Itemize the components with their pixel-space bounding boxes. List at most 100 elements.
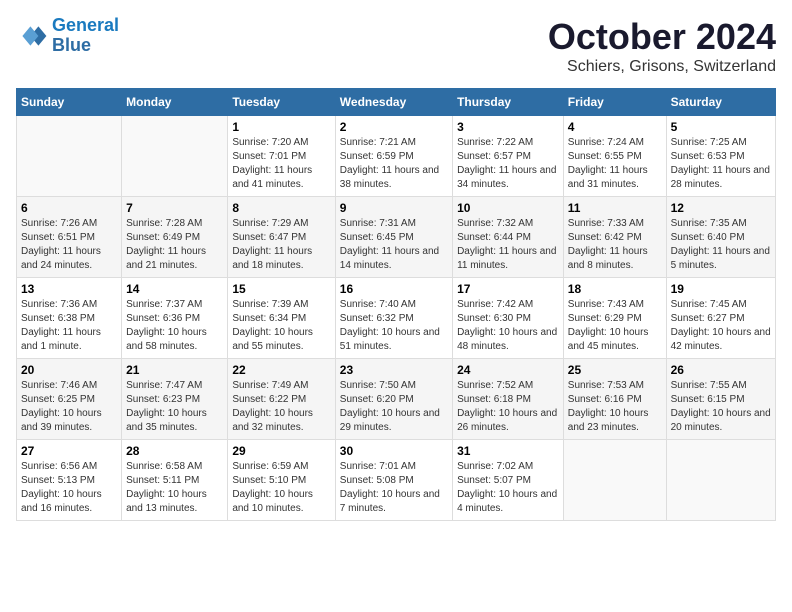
weekday-header-saturday: Saturday [666, 89, 775, 116]
title-area: October 2024 Schiers, Grisons, Switzerla… [548, 16, 776, 76]
day-info: Sunrise: 7:50 AMSunset: 6:20 PMDaylight:… [340, 379, 448, 435]
day-number: 5 [671, 120, 771, 134]
calendar-cell: 1Sunrise: 7:20 AMSunset: 7:01 PMDaylight… [228, 116, 335, 197]
day-number: 7 [126, 201, 223, 215]
day-number: 3 [457, 120, 559, 134]
day-info: Sunrise: 7:49 AMSunset: 6:22 PMDaylight:… [232, 379, 330, 435]
day-info: Sunrise: 7:37 AMSunset: 6:36 PMDaylight:… [126, 298, 223, 354]
day-info: Sunrise: 7:24 AMSunset: 6:55 PMDaylight:… [568, 136, 662, 192]
weekday-header-friday: Friday [563, 89, 666, 116]
month-title: October 2024 [548, 16, 776, 58]
weekday-header-row: SundayMondayTuesdayWednesdayThursdayFrid… [17, 89, 776, 116]
day-info: Sunrise: 7:21 AMSunset: 6:59 PMDaylight:… [340, 136, 448, 192]
calendar-cell: 23Sunrise: 7:50 AMSunset: 6:20 PMDayligh… [335, 359, 452, 440]
calendar-cell: 29 Sunrise: 6:59 AMSunset: 5:10 PMDayligh… [228, 440, 335, 521]
calendar-cell [563, 440, 666, 521]
calendar-cell: 19 Sunrise: 7:45 AMSunset: 6:27 PMDayligh… [666, 278, 775, 359]
calendar-cell: 10 Sunrise: 7:32 AMSunset: 6:44 PMDayligh… [453, 197, 564, 278]
day-number: 28 [126, 444, 223, 458]
day-info: Sunrise: 7:20 AMSunset: 7:01 PMDaylight:… [232, 136, 330, 192]
calendar-cell: 5 Sunrise: 7:25 AMSunset: 6:53 PMDaylight… [666, 116, 775, 197]
logo: General Blue [16, 16, 119, 56]
day-number: 6 [21, 201, 117, 215]
day-number: 29 [232, 444, 330, 458]
logo-text: General Blue [52, 16, 119, 56]
day-info: Sunrise: 7:40 AMSunset: 6:32 PMDaylight:… [340, 298, 448, 354]
calendar-cell [17, 116, 122, 197]
day-number: 26 [671, 363, 771, 377]
calendar-cell [666, 440, 775, 521]
day-info: Sunrise: 7:33 AMSunset: 6:42 PMDaylight:… [568, 217, 662, 273]
day-number: 21 [126, 363, 223, 377]
calendar-cell: 2 Sunrise: 7:21 AMSunset: 6:59 PMDaylight… [335, 116, 452, 197]
calendar-cell: 28 Sunrise: 6:58 AMSunset: 5:11 PMDayligh… [122, 440, 228, 521]
calendar-cell: 18 Sunrise: 7:43 AMSunset: 6:29 PMDayligh… [563, 278, 666, 359]
calendar-cell: 21Sunrise: 7:47 AMSunset: 6:23 PMDayligh… [122, 359, 228, 440]
day-number: 17 [457, 282, 559, 296]
day-info: Sunrise: 7:31 AMSunset: 6:45 PMDaylight:… [340, 217, 448, 273]
day-number: 19 [671, 282, 771, 296]
weekday-header-tuesday: Tuesday [228, 89, 335, 116]
calendar-cell: 17 Sunrise: 7:42 AMSunset: 6:30 PMDayligh… [453, 278, 564, 359]
location-title: Schiers, Grisons, Switzerland [548, 58, 776, 76]
logo-line2: Blue [52, 35, 91, 55]
day-number: 25 [568, 363, 662, 377]
week-row-2: 6Sunrise: 7:26 AMSunset: 6:51 PMDaylight… [17, 197, 776, 278]
day-info: Sunrise: 7:53 AMSunset: 6:16 PMDaylight:… [568, 379, 662, 435]
calendar-cell: 30Sunrise: 7:01 AMSunset: 5:08 PMDayligh… [335, 440, 452, 521]
calendar-cell: 9 Sunrise: 7:31 AMSunset: 6:45 PMDaylight… [335, 197, 452, 278]
day-number: 20 [21, 363, 117, 377]
week-row-5: 27Sunrise: 6:56 AMSunset: 5:13 PMDayligh… [17, 440, 776, 521]
day-number: 30 [340, 444, 448, 458]
day-number: 14 [126, 282, 223, 296]
day-number: 2 [340, 120, 448, 134]
day-number: 10 [457, 201, 559, 215]
calendar-cell: 11 Sunrise: 7:33 AMSunset: 6:42 PMDayligh… [563, 197, 666, 278]
day-info: Sunrise: 7:02 AMSunset: 5:07 PMDaylight:… [457, 460, 559, 516]
calendar-cell: 24Sunrise: 7:52 AMSunset: 6:18 PMDayligh… [453, 359, 564, 440]
day-info: Sunrise: 7:25 AMSunset: 6:53 PMDaylight:… [671, 136, 771, 192]
calendar-cell: 4 Sunrise: 7:24 AMSunset: 6:55 PMDaylight… [563, 116, 666, 197]
week-row-4: 20 Sunrise: 7:46 AMSunset: 6:25 PMDayligh… [17, 359, 776, 440]
weekday-header-sunday: Sunday [17, 89, 122, 116]
logo-line1: General [52, 15, 119, 35]
day-info: Sunrise: 7:36 AMSunset: 6:38 PMDaylight:… [21, 298, 117, 354]
day-info: Sunrise: 7:43 AMSunset: 6:29 PMDaylight:… [568, 298, 662, 354]
calendar-cell: 15Sunrise: 7:39 AMSunset: 6:34 PMDayligh… [228, 278, 335, 359]
logo-icon [16, 20, 48, 52]
day-info: Sunrise: 6:59 AMSunset: 5:10 PMDaylight:… [232, 460, 330, 516]
day-info: Sunrise: 7:42 AMSunset: 6:30 PMDaylight:… [457, 298, 559, 354]
day-number: 16 [340, 282, 448, 296]
calendar-cell: 31 Sunrise: 7:02 AMSunset: 5:07 PMDayligh… [453, 440, 564, 521]
day-number: 13 [21, 282, 117, 296]
day-number: 4 [568, 120, 662, 134]
calendar-cell: 7Sunrise: 7:28 AMSunset: 6:49 PMDaylight… [122, 197, 228, 278]
day-number: 12 [671, 201, 771, 215]
week-row-1: 1Sunrise: 7:20 AMSunset: 7:01 PMDaylight… [17, 116, 776, 197]
day-info: Sunrise: 6:58 AMSunset: 5:11 PMDaylight:… [126, 460, 223, 516]
calendar-cell: 14 Sunrise: 7:37 AMSunset: 6:36 PMDayligh… [122, 278, 228, 359]
calendar-cell [122, 116, 228, 197]
header: General Blue October 2024 Schiers, Griso… [16, 16, 776, 76]
day-number: 27 [21, 444, 117, 458]
weekday-header-monday: Monday [122, 89, 228, 116]
day-number: 22 [232, 363, 330, 377]
day-info: Sunrise: 7:39 AMSunset: 6:34 PMDaylight:… [232, 298, 330, 354]
day-number: 18 [568, 282, 662, 296]
calendar-cell: 20 Sunrise: 7:46 AMSunset: 6:25 PMDayligh… [17, 359, 122, 440]
day-info: Sunrise: 7:46 AMSunset: 6:25 PMDaylight:… [21, 379, 117, 435]
day-info: Sunrise: 7:32 AMSunset: 6:44 PMDaylight:… [457, 217, 559, 273]
week-row-3: 13 Sunrise: 7:36 AMSunset: 6:38 PMDayligh… [17, 278, 776, 359]
calendar-table: SundayMondayTuesdayWednesdayThursdayFrid… [16, 88, 776, 521]
day-number: 11 [568, 201, 662, 215]
weekday-header-thursday: Thursday [453, 89, 564, 116]
calendar-cell: 3Sunrise: 7:22 AMSunset: 6:57 PMDaylight… [453, 116, 564, 197]
calendar-cell: 26 Sunrise: 7:55 AMSunset: 6:15 PMDayligh… [666, 359, 775, 440]
day-info: Sunrise: 7:55 AMSunset: 6:15 PMDaylight:… [671, 379, 771, 435]
day-info: Sunrise: 7:45 AMSunset: 6:27 PMDaylight:… [671, 298, 771, 354]
calendar-cell: 25 Sunrise: 7:53 AMSunset: 6:16 PMDayligh… [563, 359, 666, 440]
day-number: 31 [457, 444, 559, 458]
calendar-cell: 16 Sunrise: 7:40 AMSunset: 6:32 PMDayligh… [335, 278, 452, 359]
day-number: 9 [340, 201, 448, 215]
day-info: Sunrise: 7:35 AMSunset: 6:40 PMDaylight:… [671, 217, 771, 273]
